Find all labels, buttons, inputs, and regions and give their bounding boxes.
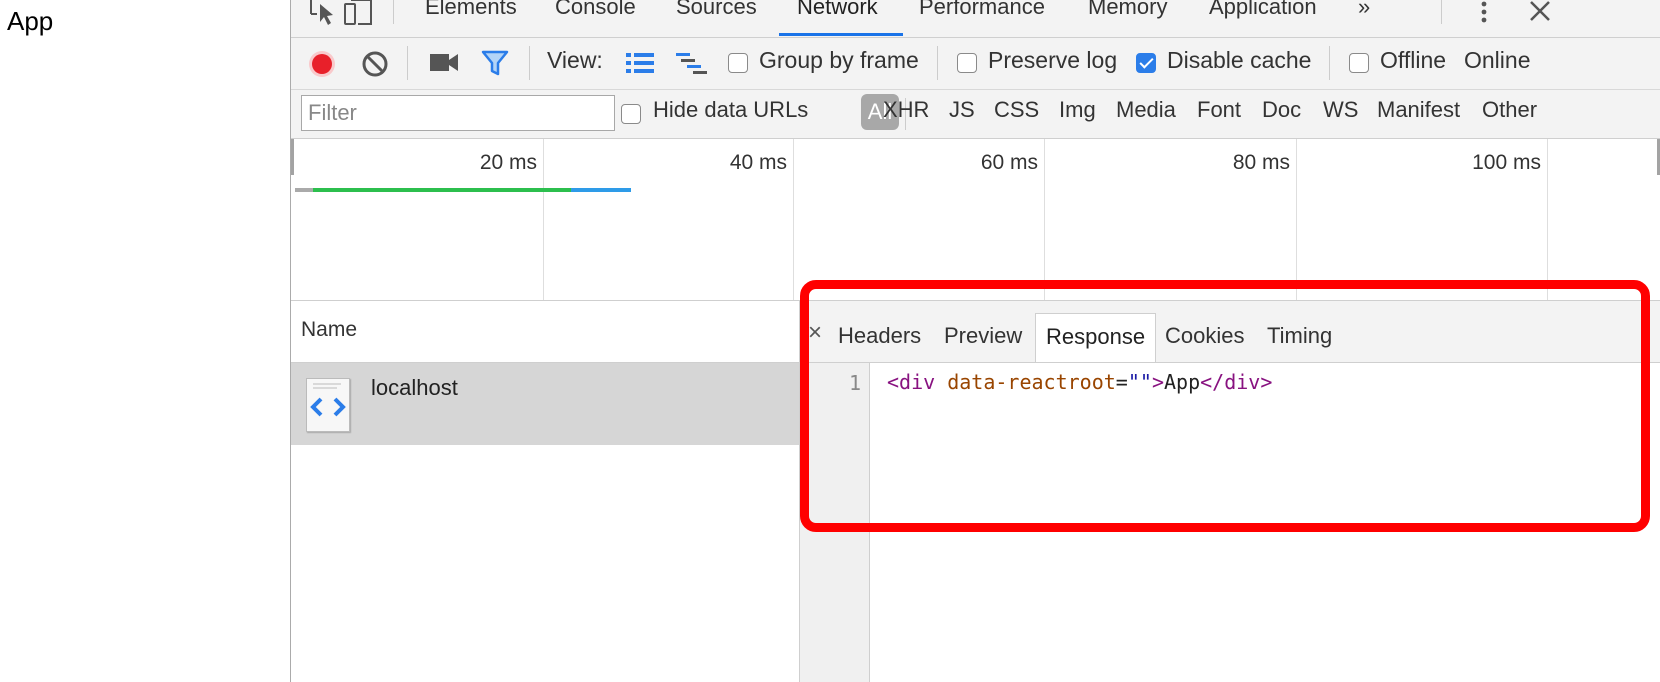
tick-line-20 <box>543 139 544 300</box>
waterfall-view-icon[interactable] <box>675 51 709 80</box>
tabbar-divider <box>393 0 394 24</box>
offline-label: Offline <box>1380 47 1447 73</box>
type-filter-css[interactable]: CSS <box>994 97 1039 123</box>
tab-console[interactable]: Console <box>555 0 636 20</box>
toolbar-divider-4 <box>1329 46 1330 80</box>
clear-icon[interactable] <box>361 50 389 83</box>
throttling-select[interactable]: Online <box>1464 47 1530 74</box>
filter-input[interactable] <box>301 95 615 131</box>
toolbar-divider <box>407 46 408 80</box>
type-filter-ws[interactable]: WS <box>1323 97 1358 123</box>
request-details-tabs: × Headers Preview Response Cookies Timin… <box>800 301 1660 363</box>
tick-line-100 <box>1547 139 1548 300</box>
group-by-frame-label: Group by frame <box>759 47 919 73</box>
code-attr-name: data-reactroot <box>935 370 1116 394</box>
close-details-icon[interactable]: × <box>808 319 822 347</box>
name-column-label: Name <box>301 318 358 341</box>
network-overview[interactable]: 20 ms 40 ms 60 ms 80 ms 100 ms <box>291 139 1660 301</box>
tab-memory[interactable]: Memory <box>1088 0 1167 20</box>
tick-line-40 <box>793 139 794 300</box>
close-devtools-icon[interactable] <box>1529 0 1551 26</box>
hide-data-urls-label: Hide data URLs <box>653 97 809 122</box>
toolbar-divider-2 <box>529 46 530 80</box>
code-close-tag: </div> <box>1200 370 1273 394</box>
double-chevron-right-icon[interactable]: » <box>1358 0 1370 20</box>
large-rows-view-icon[interactable] <box>625 51 655 80</box>
disable-cache-label: Disable cache <box>1167 47 1312 73</box>
type-filter-media[interactable]: Media <box>1116 97 1176 123</box>
toolbar-divider-3 <box>937 46 938 80</box>
tabbar-divider-right <box>1441 0 1442 24</box>
filter-funnel-icon[interactable] <box>481 50 509 81</box>
disable-cache-checkbox[interactable] <box>1136 53 1156 73</box>
preserve-log-label: Preserve log <box>988 47 1118 73</box>
hide-data-urls-checkbox[interactable] <box>621 104 641 124</box>
request-name: localhost <box>371 375 458 400</box>
tick-label-100: 100 ms <box>1472 151 1541 174</box>
type-filter-doc[interactable]: Doc <box>1262 97 1301 123</box>
tick-label-40: 40 ms <box>729 151 787 174</box>
tab-cookies[interactable]: Cookies <box>1165 323 1244 349</box>
filter-bar: Hide data URLs All XHR JS CSS Img Media … <box>291 90 1660 139</box>
type-filter-other[interactable]: Other <box>1482 97 1537 123</box>
tab-response[interactable]: Response <box>1035 313 1157 362</box>
tab-headers[interactable]: Headers <box>838 323 921 349</box>
active-tab-indicator <box>779 33 903 36</box>
tab-application[interactable]: Application <box>1209 0 1317 20</box>
tab-network[interactable]: Network <box>797 0 878 20</box>
inspect-element-icon[interactable] <box>309 0 337 26</box>
type-filter-font[interactable]: Font <box>1197 97 1241 123</box>
preserve-log-checkbox[interactable] <box>957 53 977 73</box>
network-toolbar: View: Group by frame Preserve log Disabl… <box>291 38 1660 90</box>
page-app-text: App <box>7 6 54 36</box>
table-row[interactable]: localhost <box>291 363 799 445</box>
record-icon[interactable] <box>307 49 337 84</box>
html-document-icon <box>306 378 350 432</box>
screenshot-camera-icon[interactable] <box>429 51 459 80</box>
tab-performance[interactable]: Performance <box>919 0 1045 20</box>
offline-checkbox[interactable] <box>1349 53 1369 73</box>
type-filter-js[interactable]: JS <box>949 97 975 123</box>
type-filter-manifest[interactable]: Manifest <box>1377 97 1460 123</box>
view-label: View: <box>547 47 603 73</box>
tab-sources[interactable]: Sources <box>676 0 757 20</box>
tab-elements[interactable]: Elements <box>425 0 517 20</box>
tick-line-80 <box>1296 139 1297 300</box>
code-close-bracket: > <box>1151 370 1164 394</box>
overview-queue-bar <box>295 188 313 192</box>
tick-label-20: 20 ms <box>479 151 537 174</box>
tab-preview[interactable]: Preview <box>944 323 1022 349</box>
overview-start-edge <box>291 139 294 175</box>
line-number-gutter: 1 <box>800 363 870 682</box>
tab-timing[interactable]: Timing <box>1267 323 1332 349</box>
tick-label-80: 80 ms <box>1232 151 1290 174</box>
name-column-header[interactable]: Name <box>291 301 799 363</box>
tick-line-60 <box>1044 139 1045 300</box>
device-toolbar-icon[interactable] <box>343 0 373 26</box>
overview-waiting-bar <box>313 188 595 192</box>
devtools-panel: Elements Console Sources Network Perform… <box>290 0 1660 682</box>
code-equals: = <box>1115 370 1128 394</box>
code-text: App <box>1163 370 1201 394</box>
line-number: 1 <box>848 371 861 395</box>
response-code[interactable]: <div data-reactroot="">App</div> <box>887 370 1272 394</box>
group-by-frame-checkbox[interactable] <box>728 53 748 73</box>
code-open-tag: <div <box>887 370 936 394</box>
code-attr-value: "" <box>1127 370 1152 394</box>
overview-download-bar <box>571 188 631 192</box>
type-filter-xhr[interactable]: XHR <box>883 97 929 123</box>
type-filter-img[interactable]: Img <box>1059 97 1096 123</box>
devtools-tab-bar: Elements Console Sources Network Perform… <box>291 0 1660 38</box>
tick-label-60: 60 ms <box>980 151 1038 174</box>
kebab-menu-icon[interactable] <box>1479 0 1489 26</box>
